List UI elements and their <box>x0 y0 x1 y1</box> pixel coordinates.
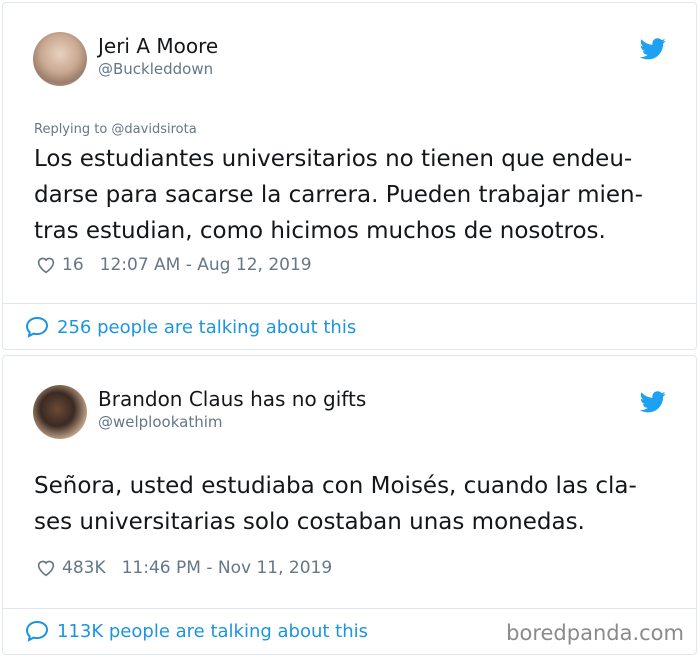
avatar[interactable] <box>33 385 87 439</box>
watermark: boredpanda.com <box>506 621 684 645</box>
tweet-text: Los estudiantes universitarios no tienen… <box>34 146 643 244</box>
heart-icon[interactable] <box>36 559 56 577</box>
user-handle[interactable]: @Buckleddown <box>98 60 213 78</box>
twitter-bird-icon[interactable] <box>640 38 666 60</box>
divider <box>3 303 696 304</box>
heart-icon[interactable] <box>36 256 56 274</box>
talking-link[interactable]: 113K people are talking about this <box>25 620 368 642</box>
timestamp[interactable]: 11:46 PM - Nov 11, 2019 <box>122 558 333 578</box>
tweet-meta: 483K 11:46 PM - Nov 11, 2019 <box>36 558 332 578</box>
tweet-card: Brandon Claus has no gifts @welplookathi… <box>2 355 697 655</box>
like-count: 16 <box>62 255 84 275</box>
speech-bubble-icon <box>25 316 49 338</box>
timestamp[interactable]: 12:07 AM - Aug 12, 2019 <box>100 255 312 275</box>
speech-bubble-icon <box>25 620 49 642</box>
twitter-bird-icon[interactable] <box>640 391 666 413</box>
tweet-text: Señora, usted estudiaba con Moisés, cuan… <box>34 473 637 535</box>
avatar[interactable] <box>33 32 87 86</box>
user-handle[interactable]: @welplookathim <box>98 413 223 431</box>
talking-label: 113K people are talking about this <box>57 620 369 642</box>
display-name[interactable]: Jeri A Moore <box>98 34 218 58</box>
talking-link[interactable]: 256 people are talking about this <box>25 316 356 338</box>
talking-label: 256 people are talking about this <box>57 316 357 338</box>
tweet-card: Jeri A Moore @Buckleddown Replying to @d… <box>2 2 697 350</box>
divider <box>3 608 696 609</box>
replying-to[interactable]: Replying to @davidsirota <box>34 122 197 137</box>
display-name[interactable]: Brandon Claus has no gifts <box>98 387 366 411</box>
tweet-meta: 16 12:07 AM - Aug 12, 2019 <box>36 255 312 275</box>
like-count: 483K <box>62 558 106 578</box>
